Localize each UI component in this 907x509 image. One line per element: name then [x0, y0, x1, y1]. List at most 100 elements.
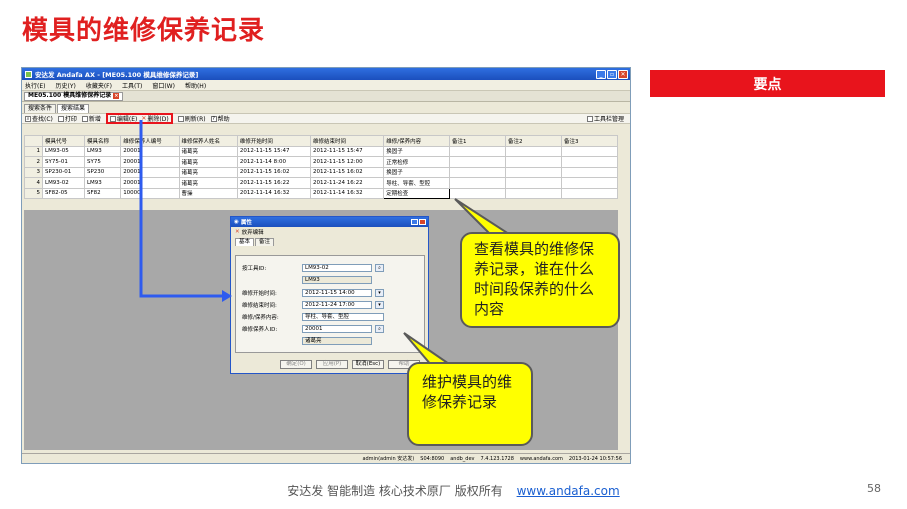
menu-execute[interactable]: 执行(E) [25, 81, 45, 90]
toolbar-manage-label: 工具栏管理 [593, 116, 624, 123]
cell: SF82 [83, 187, 122, 199]
discard-icon: ✕ [235, 229, 240, 235]
toolbar-manage-button[interactable]: 工具栏管理 [586, 114, 624, 123]
end-time-picker[interactable]: 2012-11-24 17:00 [302, 301, 372, 309]
edit-button[interactable]: 编辑(E) [109, 114, 138, 123]
ok-button[interactable]: 确定(O) [280, 360, 312, 369]
cell [561, 177, 618, 189]
delete-button[interactable]: ✕ 删除(D) [141, 114, 168, 123]
cell: LM93 [83, 177, 122, 189]
cell: LM93-02 [42, 177, 85, 189]
cell [449, 145, 506, 157]
cell [449, 156, 506, 168]
close-icon[interactable]: ✕ [618, 69, 628, 79]
table-row[interactable]: 1 LM93-05 LM93 20001 诸葛亮 2012-11-15 15:4… [24, 145, 618, 157]
window-titlebar: 安达发 Andafa AX - [ME05.100 模具维修保养记录] _ ▫ … [22, 68, 630, 80]
table-row[interactable]: 4 LM93-02 LM93 20001 诸葛亮 2012-11-15 16:2… [24, 177, 618, 189]
callout-view-records: 查看模具的维修保养记录，谁在什么时间段保养的什么内容 [460, 232, 620, 328]
person-id-input[interactable]: 20001 [302, 325, 372, 333]
sub-tabs: 搜索条件 搜索结果 [22, 102, 630, 113]
search-label: 查找(C) [32, 116, 53, 123]
cell: SF82-05 [42, 187, 85, 199]
dialog-restore-icon[interactable] [411, 219, 418, 225]
status-datetime: 2013-01-24 10:57:56 [568, 455, 622, 462]
toolbar: ⌕ 查找(C) 打印 新增 编辑(E) ✕ 删除(D) 刷新(R) ? 帮助 工具栏管… [22, 113, 630, 124]
search-button[interactable]: ⌕ 查找(C) [25, 114, 53, 123]
page-number: 58 [867, 482, 881, 495]
menu-favorites[interactable]: 收藏夹(F) [86, 81, 112, 90]
cell: 2012-11-15 15:47 [236, 145, 312, 157]
menu-bar: 执行(E) 历史(Y) 收藏夹(F) 工具(T) 窗口(W) 帮助(H) [22, 80, 630, 91]
chevron-down-icon[interactable]: ▾ [375, 301, 384, 309]
table-row[interactable]: 3 SP230-01 SP230 20001 诸葛亮 2012-11-15 16… [24, 166, 618, 178]
refresh-button[interactable]: 刷新(R) [177, 114, 206, 123]
tab-basic[interactable]: 基本 [235, 238, 255, 246]
callout-maintain-records: 维护模具的维修保养记录 [407, 362, 533, 446]
cancel-button[interactable]: 取消(Esc) [352, 360, 384, 369]
col-person-name[interactable]: 维修保养人姓名 [178, 135, 238, 147]
window-title: 安达发 Andafa AX - [ME05.100 模具维修保养记录] [35, 71, 199, 79]
col-remark3[interactable]: 备注3 [561, 135, 618, 147]
cell: 2012-11-15 15:47 [310, 145, 385, 157]
chevron-down-icon[interactable]: ▾ [375, 289, 384, 297]
dialog-close-icon[interactable] [419, 219, 426, 225]
cell: 2012-11-24 16:22 [310, 177, 385, 189]
col-mold-code[interactable]: 模具代号 [42, 135, 85, 147]
cell: 2012-11-15 16:22 [236, 177, 312, 189]
tab-search-conditions[interactable]: 搜索条件 [24, 104, 57, 113]
person-id-label: 维修保养人ID: [242, 327, 278, 333]
row-number: 2 [24, 156, 43, 168]
delete-label: 删除(D) [147, 116, 169, 123]
content-label: 维修/保养内容: [242, 315, 279, 321]
refresh-icon [177, 115, 184, 122]
tab-remarks[interactable]: 备注 [255, 238, 275, 246]
apply-button[interactable]: 应用(P) [316, 360, 348, 369]
lookup-person-icon[interactable]: ⌕ [375, 325, 384, 333]
close-tab-icon[interactable]: × [113, 93, 120, 99]
minimize-icon[interactable]: _ [596, 69, 606, 79]
menu-window[interactable]: 窗口(W) [152, 81, 175, 90]
menu-tools[interactable]: 工具(T) [122, 81, 142, 90]
discard-edit-label: 放弃编辑 [241, 230, 264, 236]
cell [449, 166, 506, 178]
cell [505, 145, 562, 157]
cell: 正常检修 [383, 156, 450, 168]
table-row[interactable]: 2 SY75-01 SY75 20001 诸葛亮 2012-11-14 8:00… [24, 156, 618, 168]
lookup-tool-icon[interactable]: ⌕ [375, 264, 384, 272]
table-row-selected[interactable]: 5 SF82-05 SF82 10000 曹操 2012-11-14 16:32… [24, 187, 618, 199]
doc-tab[interactable]: ME05.100 模具维修保养记录 × [24, 91, 124, 101]
print-label: 打印 [64, 116, 77, 123]
discard-edit-button[interactable]: ✕ 放弃编辑 [231, 227, 428, 237]
new-button[interactable]: 新增 [81, 114, 101, 123]
content-input[interactable]: 导柱、导套、型腔 [302, 313, 384, 321]
tab-search-results[interactable]: 搜索结果 [57, 104, 90, 113]
cell: 诸葛亮 [178, 156, 238, 168]
binoculars-icon: ⌕ [25, 115, 31, 122]
slide-title: 模具的维修保养记录 [22, 16, 266, 46]
app-icon [25, 70, 32, 78]
footer: 安达发 智能制造 核心技术原厂 版权所有 www.andafa.com [0, 482, 907, 499]
cell [561, 166, 618, 178]
records-table: 模具代号 模具名称 维修保养人编号 维修保养人姓名 维修开始时间 维修结束时间 … [24, 135, 618, 199]
start-time-picker[interactable]: 2012-11-15 14:00 [302, 289, 372, 297]
tool-id-input[interactable]: LM93-02 [302, 264, 372, 272]
col-person-id[interactable]: 维修保养人编号 [120, 135, 180, 147]
footer-link[interactable]: www.andafa.com [517, 484, 620, 498]
status-version: 7.4.123.1728 [480, 455, 514, 462]
col-start-time[interactable]: 维修开始时间 [236, 135, 312, 147]
col-remark1[interactable]: 备注1 [449, 135, 506, 147]
col-content[interactable]: 维修/保养内容 [383, 135, 450, 147]
cell [449, 177, 506, 189]
cell: SY75-01 [42, 156, 85, 168]
col-mold-name[interactable]: 模具名称 [83, 135, 122, 147]
print-button[interactable]: 打印 [57, 114, 77, 123]
maximize-icon[interactable]: ▫ [607, 69, 617, 79]
help-label: 帮助 [217, 116, 230, 123]
col-end-time[interactable]: 维修结束时间 [310, 135, 385, 147]
menu-help[interactable]: 帮助(H) [185, 81, 206, 90]
col-remark2[interactable]: 备注2 [505, 135, 562, 147]
edit-label: 编辑(E) [116, 116, 138, 123]
menu-history[interactable]: 历史(Y) [55, 81, 75, 90]
help-button[interactable]: ? 帮助 [210, 114, 230, 123]
cell [505, 156, 562, 168]
